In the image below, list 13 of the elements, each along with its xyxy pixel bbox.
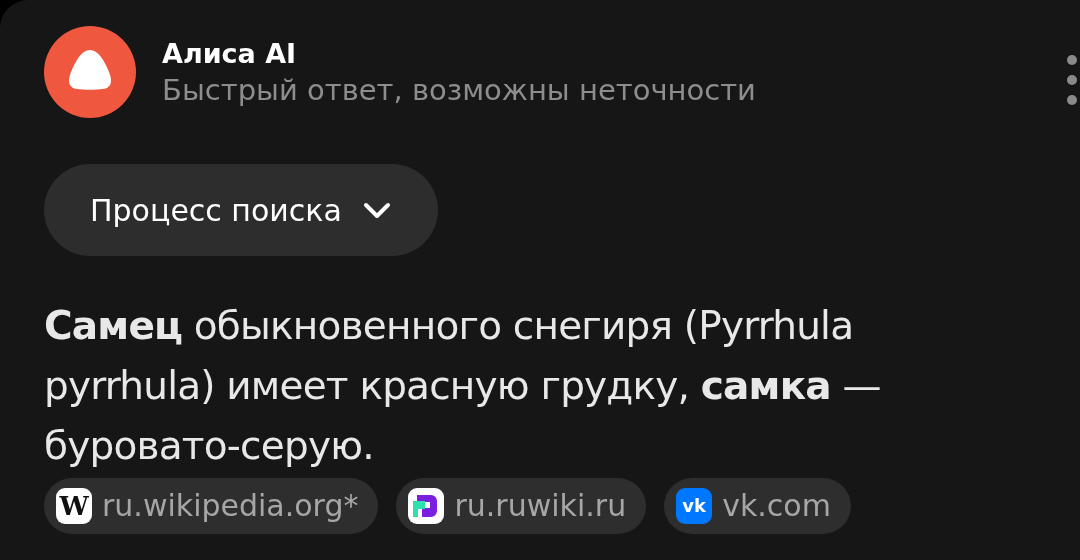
- chevron-down-icon: [361, 200, 392, 220]
- answer-text: Самец обыкновенного снегиря (Pyrrhula pyrrhula) имеет красную грудку, самка — буровато-серую.: [44, 302, 882, 470]
- wikipedia-icon: W: [56, 488, 92, 524]
- source-link[interactable]: ru.ruwiki.ru: [396, 478, 647, 534]
- more-options-icon[interactable]: [1066, 52, 1078, 108]
- assistant-subtitle: Быстрый ответ, возможны неточности: [162, 72, 756, 107]
- vk-icon: vk: [676, 488, 713, 524]
- source-link[interactable]: vk vk.com: [664, 478, 851, 534]
- source-link[interactable]: W ru.wikipedia.org*: [44, 478, 379, 534]
- assistant-title: Алиса AI: [162, 37, 298, 69]
- ruwiki-icon: [408, 488, 445, 524]
- search-process-button[interactable]: Процесс поиска: [44, 164, 438, 256]
- avatar-logo-icon: [44, 26, 136, 118]
